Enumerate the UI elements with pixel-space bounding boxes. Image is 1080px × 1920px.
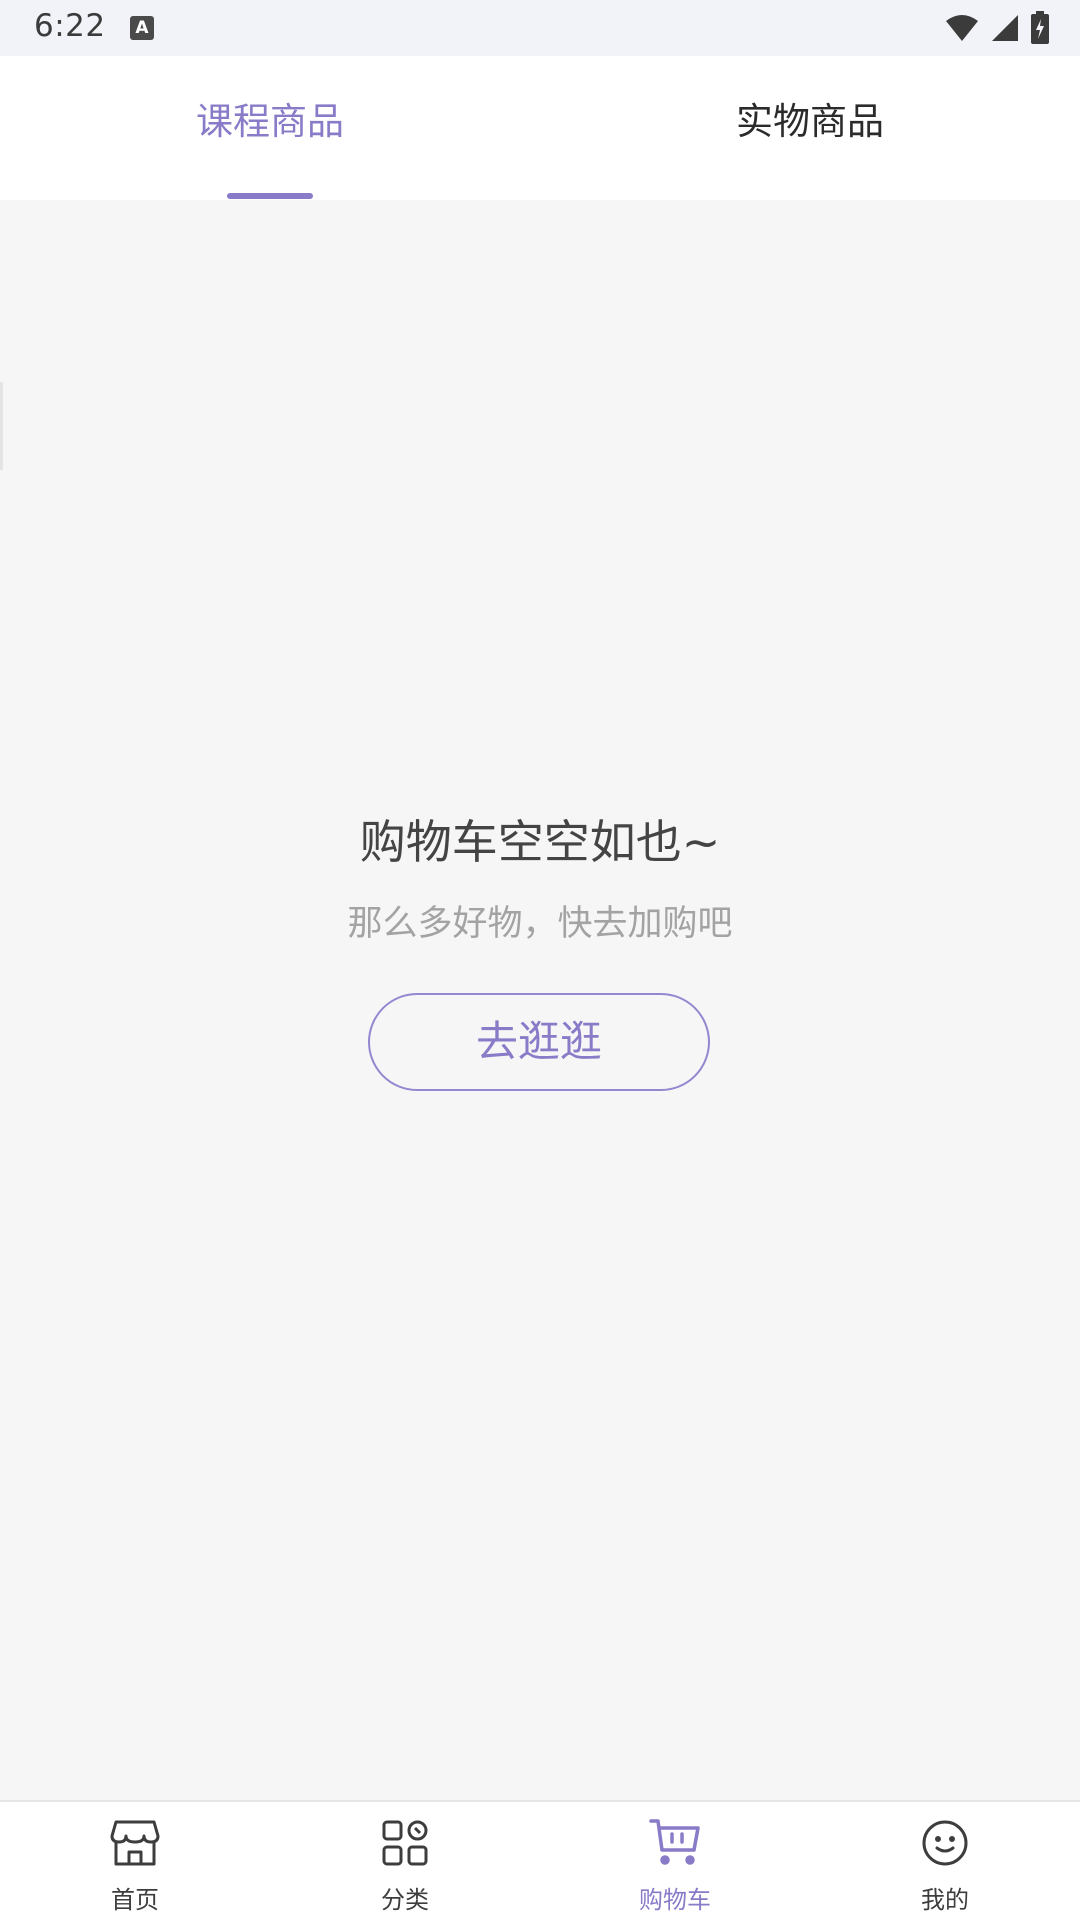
nav-label-home: 首页 bbox=[111, 1886, 159, 1914]
cart-icon bbox=[649, 1819, 700, 1865]
category-grid-icon bbox=[382, 1820, 428, 1866]
empty-cart-subtitle: 那么多好物，快去加购吧 bbox=[347, 904, 733, 944]
wifi-icon bbox=[946, 15, 978, 41]
empty-cart-title: 购物车空空如也~ bbox=[359, 815, 721, 869]
status-time: 6:22 bbox=[34, 8, 106, 44]
battery-charging-icon bbox=[1031, 11, 1049, 44]
nav-label-cart: 购物车 bbox=[639, 1886, 711, 1914]
nav-item-cart[interactable]: 购物车 bbox=[540, 1802, 810, 1920]
tab-physical-products[interactable]: 实物商品 bbox=[540, 56, 1080, 200]
nav-label-category: 分类 bbox=[381, 1886, 429, 1914]
notification-a-icon: A bbox=[130, 16, 154, 40]
active-tab-indicator bbox=[227, 193, 313, 199]
smiley-face-icon bbox=[922, 1820, 968, 1866]
tab-course-products[interactable]: 课程商品 bbox=[0, 56, 540, 200]
nav-item-mine[interactable]: 我的 bbox=[810, 1802, 1080, 1920]
nav-item-category[interactable]: 分类 bbox=[270, 1802, 540, 1920]
bottom-nav: 首页 分类 购物车 我的 bbox=[0, 1800, 1080, 1920]
status-bar: 6:22 A bbox=[0, 0, 1080, 56]
status-icons bbox=[944, 10, 1050, 46]
signal-icon bbox=[992, 15, 1018, 41]
tab-bar: 课程商品 实物商品 bbox=[0, 56, 1080, 200]
go-shopping-button[interactable]: 去逛逛 bbox=[368, 993, 710, 1091]
store-icon bbox=[110, 1820, 160, 1866]
nav-item-home[interactable]: 首页 bbox=[0, 1802, 270, 1920]
nav-label-mine: 我的 bbox=[921, 1886, 969, 1914]
edge-handle bbox=[0, 382, 3, 470]
